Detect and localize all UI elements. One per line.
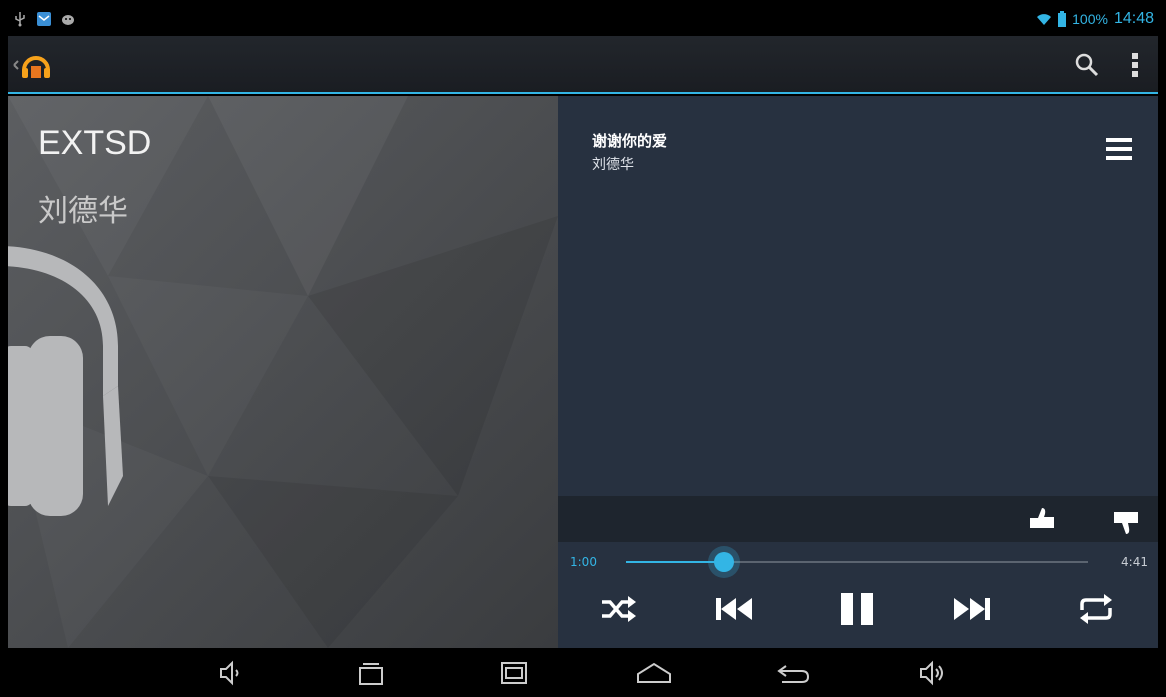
now-playing-panel: 谢谢你的爱 刘德华 (558, 96, 1158, 496)
search-icon[interactable] (1074, 52, 1100, 78)
mail-icon (37, 12, 51, 26)
pause-icon[interactable] (837, 592, 877, 626)
recent-apps-icon[interactable] (357, 660, 385, 686)
queue-menu-icon[interactable] (1106, 138, 1132, 160)
navigation-bar (0, 648, 1166, 697)
volume-down-icon[interactable] (218, 660, 246, 686)
usb-icon (15, 12, 25, 27)
elapsed-time: 1:00 (570, 555, 597, 569)
album-art-panel: EXTSD 刘德华 (8, 96, 558, 648)
android-debug-icon (62, 15, 74, 25)
volume-up-icon[interactable] (918, 660, 946, 686)
seek-bar-progress (626, 561, 725, 563)
headphones-art-icon (8, 246, 123, 516)
seek-bar-thumb[interactable] (714, 552, 735, 572)
thumbs-down-icon[interactable] (1112, 510, 1140, 536)
rating-bar (558, 496, 1158, 542)
home-icon[interactable] (636, 660, 672, 686)
status-bar: 100% 14:48 (8, 6, 1158, 36)
overflow-menu-icon[interactable] (1128, 52, 1142, 78)
repeat-icon[interactable] (1076, 592, 1116, 626)
thumbs-up-icon[interactable] (1028, 506, 1056, 532)
app-headphones-icon[interactable] (12, 50, 52, 80)
battery-percent: 100% (1072, 11, 1108, 27)
previous-icon[interactable] (714, 592, 754, 626)
playback-controls: 1:00 4:41 (558, 542, 1158, 648)
next-icon[interactable] (952, 592, 992, 626)
total-duration: 4:41 (1121, 555, 1148, 569)
song-artist: 刘德华 (592, 157, 634, 173)
seek-bar[interactable] (626, 552, 1088, 572)
screenshot-icon[interactable] (500, 660, 528, 686)
album-artist: 刘德华 (38, 194, 128, 229)
battery-icon (1058, 11, 1067, 27)
clock: 14:48 (1113, 10, 1154, 27)
wifi-icon (1037, 14, 1052, 25)
song-title: 谢谢你的爱 (592, 132, 668, 150)
action-bar (8, 36, 1158, 94)
album-title: EXTSD (38, 124, 152, 162)
back-icon[interactable] (776, 660, 810, 686)
shuffle-icon[interactable] (598, 592, 638, 626)
